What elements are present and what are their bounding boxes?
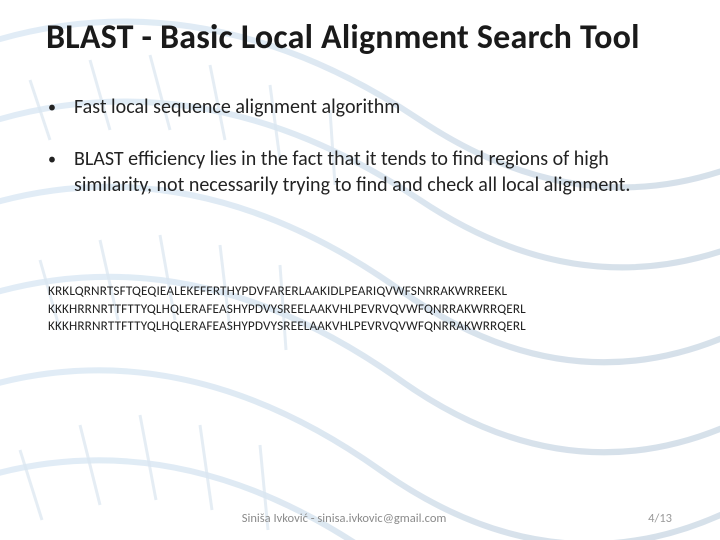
sequence-line: KKKHRRNRTTFTTYQLHQLERAFEASHYPDVYSREELAAK… bbox=[48, 317, 680, 334]
bullet-icon: • bbox=[46, 95, 74, 121]
bullet-text: Fast local sequence alignment algorithm bbox=[74, 95, 680, 121]
sequence-block: KRKLQRNRTSFTQEQIEALEKEFERTHYPDVFARERLAAK… bbox=[46, 282, 680, 334]
bullet-list: • Fast local sequence alignment algorith… bbox=[46, 95, 680, 198]
bullet-icon: • bbox=[46, 147, 74, 173]
footer: Siniša Ivković - sinisa.ivkovic@gmail.co… bbox=[0, 511, 720, 526]
sequence-line: KKKHRRNRTTFTTYQLHQLERAFEASHYPDVYSREELAAK… bbox=[48, 300, 680, 317]
bullet-text: BLAST efficiency lies in the fact that i… bbox=[74, 147, 680, 198]
footer-author: Siniša Ivković - sinisa.ivkovic@gmail.co… bbox=[0, 511, 648, 526]
slide-title: BLAST - Basic Local Alignment Search Too… bbox=[46, 18, 680, 57]
slide: BLAST - Basic Local Alignment Search Too… bbox=[0, 0, 720, 540]
list-item: • Fast local sequence alignment algorith… bbox=[46, 95, 680, 121]
page-number: 4/13 bbox=[648, 511, 672, 526]
sequence-line: KRKLQRNRTSFTQEQIEALEKEFERTHYPDVFARERLAAK… bbox=[48, 282, 680, 299]
list-item: • BLAST efficiency lies in the fact that… bbox=[46, 147, 680, 198]
